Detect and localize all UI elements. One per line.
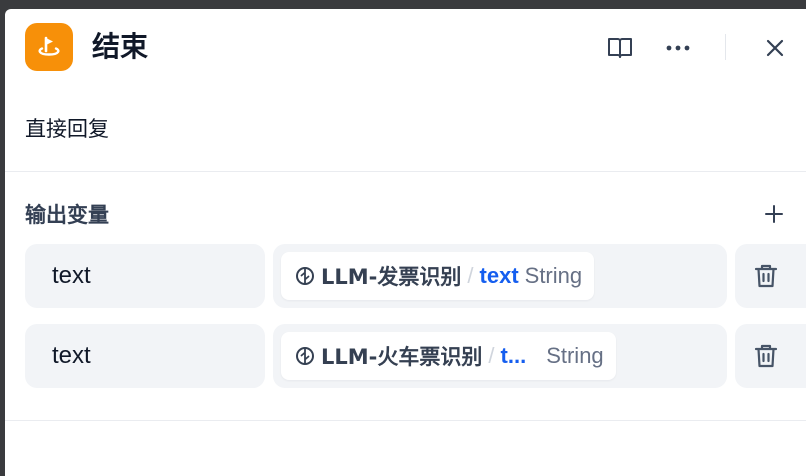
node-title[interactable]: 结束 [92,29,148,65]
variable-reference-chip[interactable]: LLM-发票识别 / text String [281,252,595,300]
source-variable-name: t... [500,343,527,368]
trash-icon [753,342,779,370]
output-variable-row: text LLM-火车票识别 / t... String [5,324,806,388]
llm-node-icon [295,346,315,366]
close-icon[interactable] [762,35,788,61]
plus-icon[interactable] [761,201,787,227]
variable-name-input[interactable]: text [25,324,265,388]
trash-icon [753,262,779,290]
variable-reference-selector[interactable]: LLM-发票识别 / text String [273,244,727,308]
panel-header: 结束 [5,9,806,89]
source-variable-name: text [479,263,519,288]
source-node-name: LLM-火车票识别 [321,345,483,369]
delete-button[interactable] [735,244,806,308]
end-node-icon [25,23,73,71]
variable-type: String [524,263,583,288]
delete-button[interactable] [735,324,806,388]
variable-reference-selector[interactable]: LLM-火车票识别 / t... String [273,324,727,388]
bottom-divider [5,420,806,421]
more-icon[interactable] [665,35,691,61]
header-divider [725,34,726,60]
output-variables-title: 输出变量 [25,203,109,227]
llm-node-icon [295,266,315,286]
variable-reference-chip[interactable]: LLM-火车票识别 / t... String [281,332,616,380]
end-node-panel: 结束 直接回复 输出变量 text LLM-发票识别 / text String… [5,9,806,476]
output-variable-row: text LLM-发票识别 / text String [5,244,806,308]
book-icon[interactable] [607,35,633,61]
path-separator: / [488,343,495,368]
node-description[interactable]: 直接回复 [25,113,109,143]
path-separator: / [467,263,474,288]
source-node-name: LLM-发票识别 [321,265,462,289]
variable-name-input[interactable]: text [25,244,265,308]
section-divider [5,171,806,172]
variable-type: String [546,343,604,368]
